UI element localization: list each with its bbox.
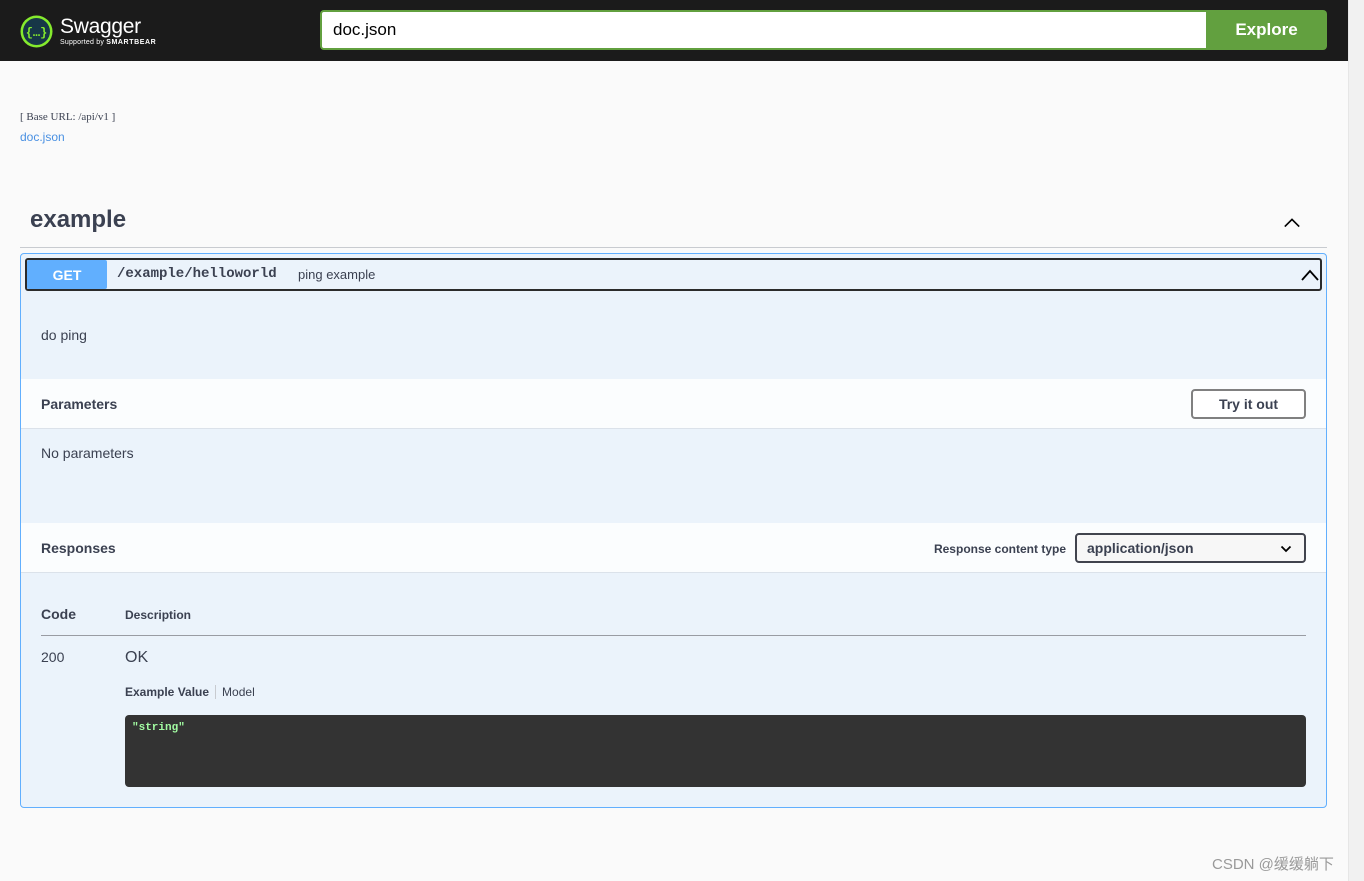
response-code: 200 — [41, 649, 65, 665]
operation-block: GET /example/helloworld ping example do … — [20, 253, 1327, 808]
logo-name: Swagger — [60, 14, 141, 38]
parameters-header: Parameters Try it out — [21, 379, 1326, 429]
example-value-text: "string" — [132, 722, 185, 734]
tab-divider — [215, 685, 217, 699]
responses-title: Responses — [41, 540, 116, 556]
swagger-logo-icon: {…} — [20, 15, 53, 47]
operation-summary-text: ping example — [298, 267, 376, 282]
method-badge: GET — [27, 260, 107, 289]
content-type-select[interactable]: application/json — [1075, 533, 1306, 563]
explore-button[interactable]: Explore — [1206, 10, 1327, 50]
topbar: {…} Swagger Supported by SMARTBEAR Explo… — [0, 0, 1348, 61]
operation-path: /example/helloworld — [117, 266, 277, 282]
svg-text:{…}: {…} — [26, 26, 48, 40]
response-description: OK — [125, 649, 149, 666]
tag-section-header[interactable]: example — [20, 200, 1327, 248]
swagger-logo[interactable]: {…} Swagger Supported by SMARTBEAR — [20, 11, 156, 51]
content-type-value: application/json — [1087, 540, 1194, 556]
tab-model[interactable]: Model — [222, 685, 255, 699]
operation-summary[interactable]: GET /example/helloworld ping example — [25, 258, 1322, 291]
no-parameters-text: No parameters — [41, 445, 134, 461]
try-it-out-button[interactable]: Try it out — [1191, 389, 1306, 419]
content-type-label: Response content type — [933, 542, 1066, 556]
responses-header: Responses Response content type applicat… — [21, 523, 1326, 573]
tag-title: example — [30, 206, 127, 233]
page-scrollbar[interactable] — [1348, 0, 1364, 881]
chevron-up-icon[interactable] — [1283, 214, 1301, 232]
column-header-code: Code — [41, 606, 76, 622]
base-url: [ Base URL: /api/v1 ] — [20, 111, 116, 123]
parameters-title: Parameters — [41, 396, 118, 412]
chevron-up-icon[interactable] — [1300, 265, 1320, 285]
tab-example-value[interactable]: Example Value — [125, 685, 209, 699]
spec-doc-link[interactable]: doc.json — [20, 130, 65, 144]
watermark: CSDN @缓缓躺下 — [1212, 856, 1334, 873]
responses-table-header: Code Description — [41, 594, 1306, 636]
example-tabs: Example Value Model — [125, 685, 255, 699]
operation-description: do ping — [41, 327, 87, 343]
spec-url-input[interactable] — [320, 10, 1207, 50]
logo-subtitle: Supported by SMARTBEAR — [60, 38, 157, 46]
chevron-down-icon — [1280, 545, 1292, 553]
example-value-box: "string" — [125, 715, 1306, 787]
column-header-description: Description — [125, 608, 192, 622]
